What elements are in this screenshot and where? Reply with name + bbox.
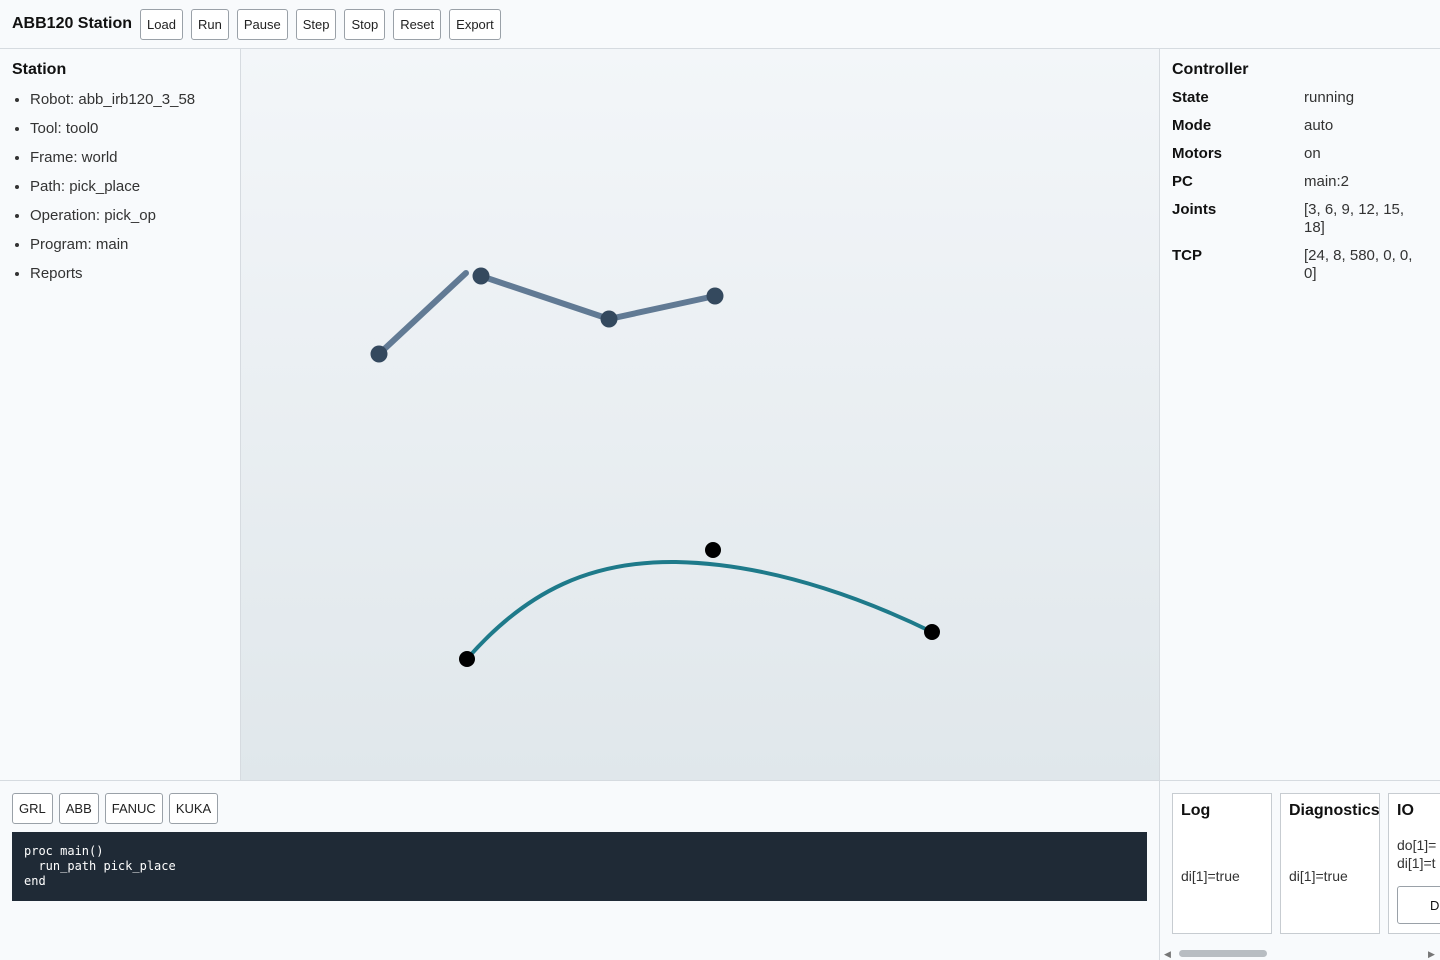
tcp-label: TCP xyxy=(1172,247,1202,264)
station-item-path[interactable]: Path: pick_place xyxy=(30,178,228,196)
viewport-canvas[interactable] xyxy=(241,49,1159,780)
log-card: Log di[1]=true xyxy=(1172,793,1272,934)
robot-joint-shoulder[interactable] xyxy=(472,267,490,285)
station-item-program[interactable]: Program: main xyxy=(30,236,228,254)
station-panel: Station Robot: abb_irb120_3_58 Tool: too… xyxy=(0,49,241,780)
reset-button[interactable]: Reset xyxy=(393,8,442,40)
tab-fanuc[interactable]: FANUC xyxy=(104,793,163,824)
io-button[interactable]: Di xyxy=(1397,886,1440,924)
mode-label: Mode xyxy=(1172,117,1212,134)
station-title: Station xyxy=(12,61,67,78)
output-cards: Log di[1]=true Diagnostics di[1]=true IO… xyxy=(1172,793,1440,934)
controller-panel: Controller State running Mode auto Motor… xyxy=(1159,49,1440,780)
io-card: IO do[1]= di[1]=t Di xyxy=(1388,793,1440,934)
controller-title: Controller xyxy=(1172,61,1249,78)
diagnostics-title: Diagnostics xyxy=(1289,802,1380,819)
io-line-do: do[1]= xyxy=(1397,837,1437,853)
tab-abb[interactable]: ABB xyxy=(58,793,99,824)
tab-kuka[interactable]: KUKA xyxy=(168,793,219,824)
stop-button[interactable]: Stop xyxy=(344,8,386,40)
robot-link-1 xyxy=(376,270,469,357)
io-body: do[1]= di[1]=t xyxy=(1397,836,1436,872)
io-line-di: di[1]=t xyxy=(1397,855,1436,871)
mode-value: auto xyxy=(1304,117,1334,134)
pc-label: PC xyxy=(1172,173,1193,190)
app-title: ABB120 Station xyxy=(12,15,133,32)
path-point-start[interactable] xyxy=(459,651,475,667)
export-button[interactable]: Export xyxy=(449,8,501,40)
joints-label: Joints xyxy=(1172,201,1217,218)
toolbar: ABB120 Station Load Run Pause Step Stop … xyxy=(0,0,1440,49)
controller-row-motors: Motors on xyxy=(1172,145,1428,163)
controller-row-joints: Joints [3, 6, 9, 12, 15, 18] xyxy=(1172,201,1428,237)
motors-value: on xyxy=(1304,145,1321,162)
joints-value: [3, 6, 9, 12, 15, 18] xyxy=(1304,201,1405,236)
code-view[interactable]: proc main() run_path pick_place end xyxy=(12,832,1147,901)
station-item-frame[interactable]: Frame: world xyxy=(30,149,228,167)
scrollbar-thumb[interactable] xyxy=(1179,950,1267,957)
scroll-left-icon[interactable]: ◀ xyxy=(1164,949,1171,960)
output-panels: Log di[1]=true Diagnostics di[1]=true IO… xyxy=(1159,780,1440,960)
code-panel: GRL ABB FANUC KUKA proc main() run_path … xyxy=(0,780,1159,960)
log-body: di[1]=true xyxy=(1181,868,1240,884)
pc-value: main:2 xyxy=(1304,173,1350,190)
tcp-value: [24, 8, 580, 0, 0, 0] xyxy=(1304,247,1413,282)
pause-button[interactable]: Pause xyxy=(236,8,288,40)
horizontal-scrollbar[interactable]: ◀ ▶ xyxy=(1160,946,1440,960)
robot-joint-base[interactable] xyxy=(370,345,388,363)
controller-row-state: State running xyxy=(1172,89,1428,107)
step-button[interactable]: Step xyxy=(295,8,337,40)
controller-row-pc: PC main:2 xyxy=(1172,173,1428,191)
io-title: IO xyxy=(1397,802,1414,819)
state-value: running xyxy=(1304,89,1355,106)
robot-link-2 xyxy=(478,273,718,323)
station-item-robot[interactable]: Robot: abb_irb120_3_58 xyxy=(30,91,228,109)
viewport-svg xyxy=(370,267,940,667)
state-label: State xyxy=(1172,89,1209,106)
tab-grl[interactable]: GRL xyxy=(12,793,53,824)
run-button[interactable]: Run xyxy=(190,8,229,40)
load-button[interactable]: Load xyxy=(140,8,183,40)
path-point-end[interactable] xyxy=(924,624,940,640)
station-item-reports[interactable]: Reports xyxy=(30,265,228,283)
robot-joint-wrist[interactable] xyxy=(706,287,724,305)
controller-row-mode: Mode auto xyxy=(1172,117,1428,135)
station-item-operation[interactable]: Operation: pick_op xyxy=(30,207,228,225)
log-title: Log xyxy=(1181,802,1211,819)
path-curve xyxy=(465,559,933,661)
scroll-right-icon[interactable]: ▶ xyxy=(1428,949,1435,960)
diagnostics-body: di[1]=true xyxy=(1289,868,1348,884)
robot-joint-elbow[interactable] xyxy=(600,310,618,328)
diagnostics-card: Diagnostics di[1]=true xyxy=(1280,793,1380,934)
motors-label: Motors xyxy=(1172,145,1222,162)
station-item-tool[interactable]: Tool: tool0 xyxy=(30,120,228,138)
path-point-via[interactable] xyxy=(705,542,721,558)
controller-row-tcp: TCP [24, 8, 580, 0, 0, 0] xyxy=(1172,247,1428,283)
language-tabs: GRL ABB FANUC KUKA xyxy=(12,793,1147,824)
station-tree: Robot: abb_irb120_3_58 Tool: tool0 Frame… xyxy=(12,91,228,283)
